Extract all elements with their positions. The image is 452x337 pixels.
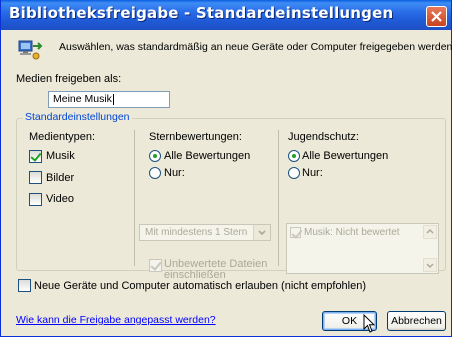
media-name-label: Medien freigeben als: bbox=[16, 73, 122, 85]
unrated-label: Unbewertete Dateien einschließen bbox=[164, 258, 268, 281]
musik-checkbox[interactable] bbox=[29, 150, 42, 163]
star-only-radio[interactable] bbox=[149, 167, 161, 179]
close-icon bbox=[431, 11, 442, 22]
bilder-checkbox[interactable] bbox=[29, 171, 42, 184]
parental-list-item: Musik: Nicht bewertet bbox=[304, 227, 400, 238]
auto-allow-checkbox[interactable] bbox=[18, 279, 31, 292]
video-label: Video bbox=[46, 193, 74, 205]
musik-label: Musik bbox=[46, 150, 75, 162]
unrated-checkbox[interactable] bbox=[149, 259, 162, 272]
scroll-up-button[interactable] bbox=[423, 225, 437, 239]
bilder-label: Bilder bbox=[46, 172, 75, 184]
dialog-window: Bibliotheksfreigabe - Standardeinstellun… bbox=[0, 0, 452, 337]
parental-all-label: Alle Bewertungen bbox=[302, 150, 389, 162]
video-checkbox[interactable] bbox=[29, 193, 42, 206]
close-button[interactable] bbox=[426, 6, 447, 27]
mouse-pointer-icon bbox=[363, 314, 375, 333]
header-description: Auswählen, was standardmäßig an neue Ger… bbox=[59, 41, 452, 53]
parental-heading: Jugendschutz: bbox=[288, 131, 359, 143]
parental-rating-list[interactable]: Musik: Nicht bewertet bbox=[286, 223, 439, 274]
column-divider bbox=[134, 130, 135, 266]
parental-only-radio[interactable] bbox=[288, 167, 300, 179]
help-link[interactable]: Wie kann die Freigabe angepasst werden? bbox=[16, 314, 216, 326]
window-title: Bibliotheksfreigabe - Standardeinstellun… bbox=[9, 4, 394, 22]
defaults-group-legend: Standardeinstellungen bbox=[23, 111, 132, 123]
dropdown-arrow-button[interactable] bbox=[253, 225, 270, 240]
star-rating-dropdown-value: Mit mindestens 1 Stern bbox=[145, 227, 248, 238]
column-divider bbox=[278, 130, 279, 266]
auto-allow-label: Neue Geräte und Computer automatisch erl… bbox=[34, 280, 367, 292]
cancel-button[interactable]: Abbrechen bbox=[387, 311, 446, 331]
media-name-input[interactable]: Meine Musik bbox=[48, 91, 170, 108]
title-bar[interactable]: Bibliotheksfreigabe - Standardeinstellun… bbox=[1, 0, 451, 30]
star-only-label: Nur: bbox=[164, 167, 185, 179]
chevron-up-icon bbox=[426, 229, 434, 234]
star-rating-dropdown[interactable]: Mit mindestens 1 Stern bbox=[139, 224, 271, 241]
parental-item-checkbox[interactable] bbox=[290, 227, 301, 238]
parental-all-radio[interactable] bbox=[288, 150, 300, 162]
chevron-down-icon bbox=[426, 263, 434, 268]
chevron-down-icon bbox=[258, 230, 266, 236]
scroll-down-button[interactable] bbox=[423, 258, 437, 272]
star-all-radio[interactable] bbox=[149, 150, 161, 162]
dialog-content: Auswählen, was standardmäßig an neue Ger… bbox=[1, 30, 452, 336]
parental-only-label: Nur: bbox=[302, 167, 323, 179]
star-all-label: Alle Bewertungen bbox=[164, 150, 251, 162]
star-ratings-heading: Sternbewertungen: bbox=[149, 131, 242, 143]
network-share-icon bbox=[17, 38, 43, 62]
media-name-value: Meine Musik bbox=[53, 93, 112, 105]
media-types-heading: Medientypen: bbox=[29, 131, 96, 143]
